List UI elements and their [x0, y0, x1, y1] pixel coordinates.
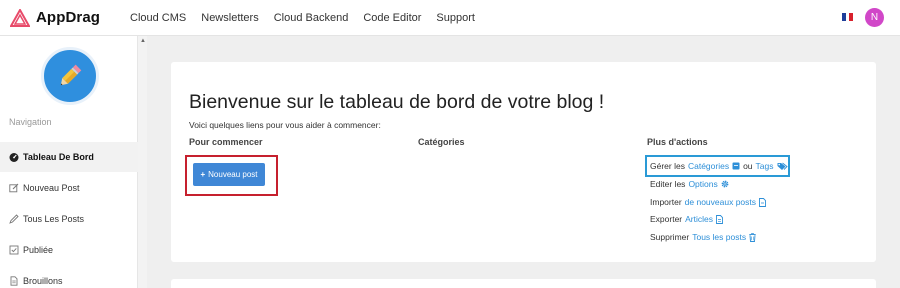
sidebar-item-drafts[interactable]: Brouillons	[0, 266, 138, 288]
action-import-posts: Importer de nouveaux posts	[650, 197, 766, 207]
action-delete-posts: Supprimer Tous les posts	[650, 232, 756, 242]
trash-icon	[749, 232, 756, 242]
sidebar-item-label: Brouillons	[23, 276, 63, 286]
dashboard-welcome-card: Bienvenue sur le tableau de bord de votr…	[171, 62, 876, 262]
blog-logo	[41, 47, 99, 105]
page-title: Bienvenue sur le tableau de bord de votr…	[189, 91, 605, 113]
sidebar-item-label: Tableau De Bord	[23, 152, 94, 162]
secondary-card	[171, 279, 876, 288]
sidebar-item-label: Publiée	[23, 245, 54, 255]
brand-name: AppDrag	[36, 9, 101, 26]
sidebar-item-published[interactable]: Publiée	[0, 235, 138, 265]
action-prefix: Gérer les	[650, 161, 685, 171]
tags-link[interactable]: Tags	[756, 161, 774, 171]
sidebar-item-dashboard[interactable]: Tableau De Bord	[0, 142, 138, 172]
pencil-icon	[60, 64, 82, 86]
action-manage-categories-tags: Gérer les Catégories ou Tags	[650, 161, 788, 171]
tags-icon	[777, 162, 788, 171]
action-prefix: Importer	[650, 197, 682, 207]
archive-icon	[732, 162, 740, 170]
action-export-articles: Exporter Articles	[650, 214, 723, 224]
menu-support[interactable]: Support	[436, 12, 475, 24]
menu-code-editor[interactable]: Code Editor	[363, 12, 421, 24]
file-import-icon	[759, 197, 766, 207]
new-post-label: Nouveau post	[208, 170, 258, 179]
sidebar-scrollbar[interactable]	[138, 36, 147, 288]
edit-icon	[8, 183, 19, 194]
user-avatar[interactable]: N	[865, 8, 884, 27]
sidebar-item-label: Tous Les Posts	[23, 214, 85, 224]
sidebar-item-all-posts[interactable]: Tous Les Posts	[0, 204, 138, 234]
column-heading-categories: Catégories	[418, 137, 465, 147]
action-prefix: Editer les	[650, 179, 686, 189]
export-articles-link[interactable]: Articles	[685, 214, 713, 224]
action-middle-text: ou	[743, 161, 753, 171]
brand-logo[interactable]: AppDrag	[10, 8, 120, 27]
gear-icon	[721, 180, 729, 188]
check-square-icon	[8, 245, 19, 256]
options-link[interactable]: Options	[688, 179, 717, 189]
action-prefix: Exporter	[650, 214, 683, 224]
menu-cloud-cms[interactable]: Cloud CMS	[130, 12, 186, 24]
menu-newsletters[interactable]: Newsletters	[201, 12, 258, 24]
plus-icon: +	[200, 170, 206, 179]
page-subtitle: Voici quelques liens pour vous aider à c…	[189, 120, 381, 130]
new-post-button[interactable]: + Nouveau post	[193, 163, 265, 186]
categories-link[interactable]: Catégories	[688, 161, 729, 171]
appdrag-logo-icon	[10, 8, 30, 27]
action-prefix: Supprimer	[650, 232, 690, 242]
sidebar: Navigation Tableau De Bord Nouveau Post …	[0, 36, 138, 288]
menu-cloud-backend[interactable]: Cloud Backend	[274, 12, 349, 24]
france-flag-icon[interactable]	[842, 13, 854, 21]
document-icon	[8, 276, 19, 287]
dashboard-icon	[8, 152, 19, 163]
action-edit-options: Editer les Options	[650, 179, 729, 189]
file-export-icon	[716, 214, 723, 224]
pencil-icon	[8, 214, 19, 225]
import-posts-link[interactable]: de nouveaux posts	[685, 197, 756, 207]
main-menu: Cloud CMS Newsletters Cloud Backend Code…	[120, 12, 490, 24]
navigation-heading: Navigation	[9, 117, 52, 127]
column-heading-start: Pour commencer	[189, 137, 263, 147]
sidebar-item-label: Nouveau Post	[23, 183, 80, 193]
scroll-up-icon[interactable]: ▲	[140, 38, 146, 44]
column-heading-more-actions: Plus d'actions	[647, 137, 708, 147]
delete-all-posts-link[interactable]: Tous les posts	[692, 232, 746, 242]
top-navigation-bar: AppDrag Cloud CMS Newsletters Cloud Back…	[0, 0, 900, 36]
sidebar-item-new-post[interactable]: Nouveau Post	[0, 173, 138, 203]
